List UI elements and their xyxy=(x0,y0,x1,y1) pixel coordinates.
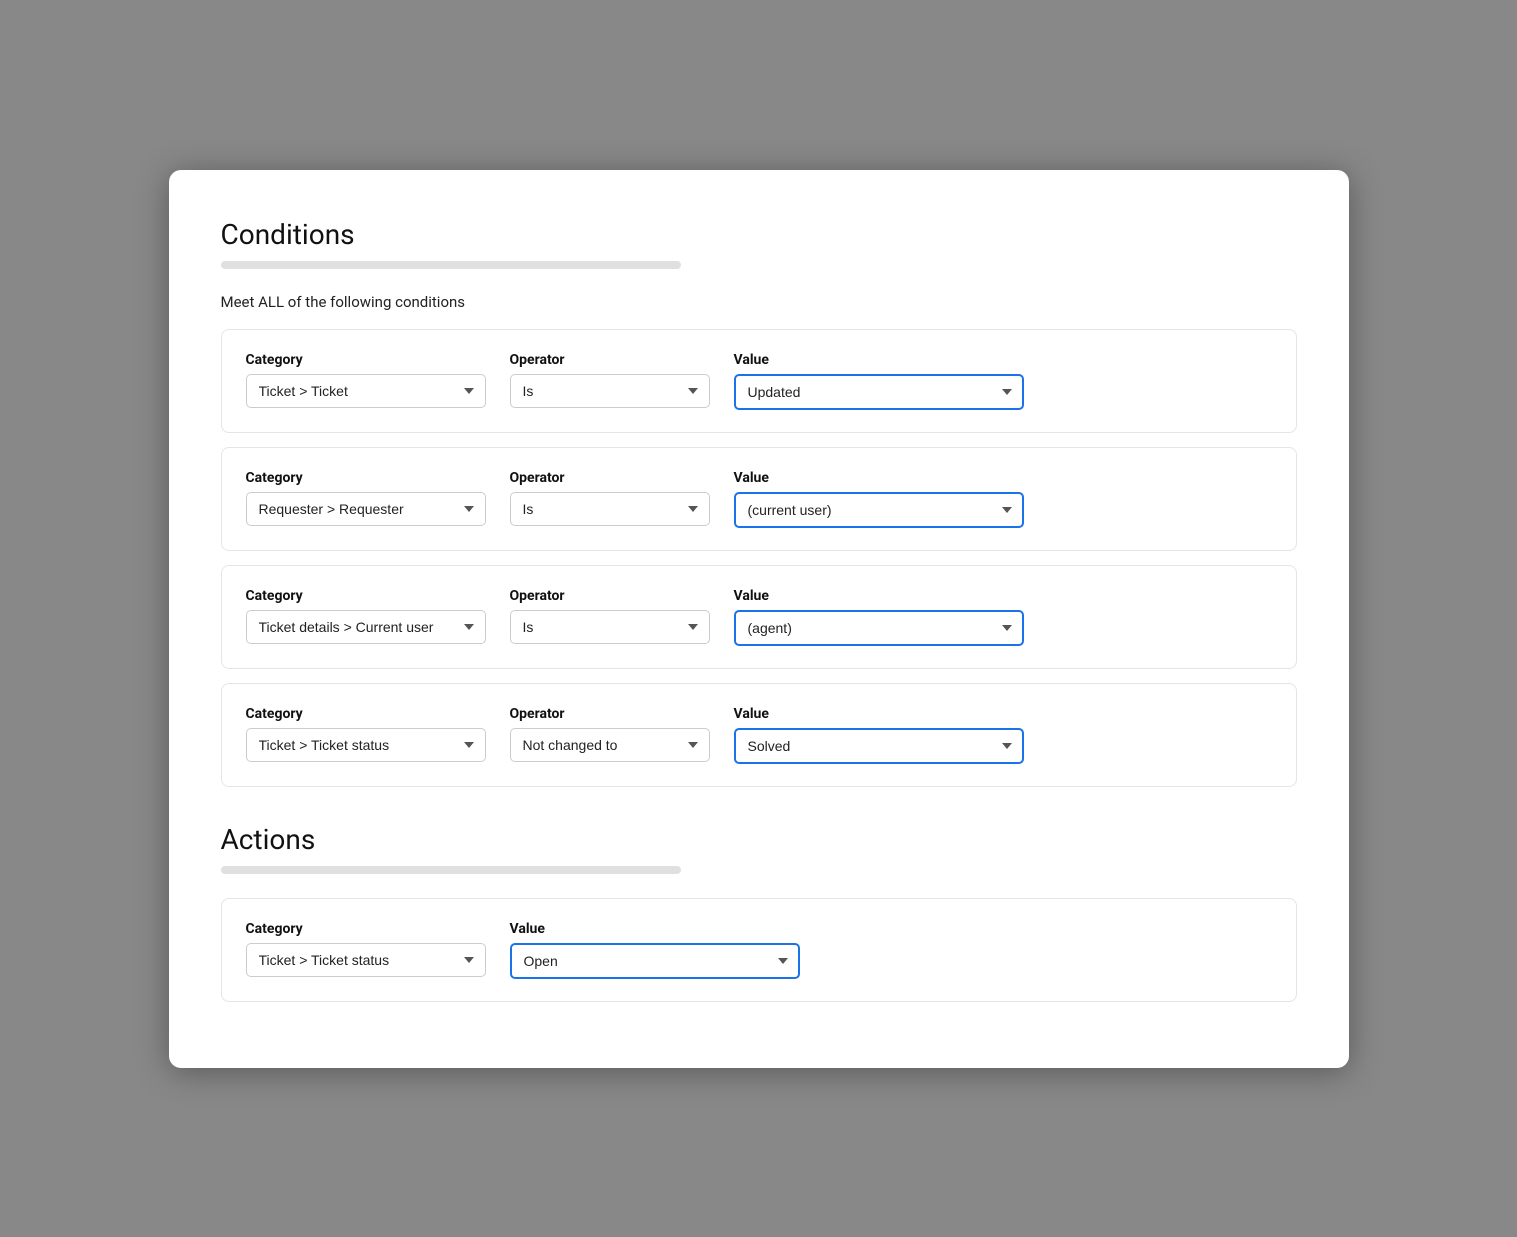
value-select-4[interactable]: Solved xyxy=(734,728,1024,764)
value-select-wrapper-3: (agent) xyxy=(734,610,1024,646)
field-group-value-2: Value (current user) xyxy=(734,470,1024,528)
category-select-wrapper-1: Ticket > Ticket xyxy=(246,374,486,408)
value-label-2: Value xyxy=(734,470,1024,486)
action-value-select-1[interactable]: Open xyxy=(510,943,800,979)
operator-select-1[interactable]: Is xyxy=(510,374,710,408)
condition-row-4: Category Ticket > Ticket status Operator… xyxy=(221,683,1297,787)
action-value-label-1: Value xyxy=(510,921,800,937)
operator-label-1: Operator xyxy=(510,352,710,368)
value-select-wrapper-1: Updated xyxy=(734,374,1024,410)
field-group-category-4: Category Ticket > Ticket status xyxy=(246,706,486,762)
main-window: Conditions Meet ALL of the following con… xyxy=(169,170,1349,1068)
field-group-operator-3: Operator Is xyxy=(510,588,710,644)
operator-label-4: Operator xyxy=(510,706,710,722)
operator-select-wrapper-3: Is xyxy=(510,610,710,644)
actions-divider xyxy=(221,866,681,874)
conditions-section: Conditions Meet ALL of the following con… xyxy=(221,218,1297,787)
category-label-4: Category xyxy=(246,706,486,722)
category-select-2[interactable]: Requester > Requester xyxy=(246,492,486,526)
condition-row-3: Category Ticket details > Current user O… xyxy=(221,565,1297,669)
operator-select-2[interactable]: Is xyxy=(510,492,710,526)
category-select-wrapper-3: Ticket details > Current user xyxy=(246,610,486,644)
operator-select-wrapper-4: Not changed to xyxy=(510,728,710,762)
condition-row-1: Category Ticket > Ticket Operator Is xyxy=(221,329,1297,433)
conditions-divider xyxy=(221,261,681,269)
operator-label-2: Operator xyxy=(510,470,710,486)
category-select-wrapper-4: Ticket > Ticket status xyxy=(246,728,486,762)
field-group-operator-1: Operator Is xyxy=(510,352,710,408)
value-select-wrapper-2: (current user) xyxy=(734,492,1024,528)
field-group-operator-2: Operator Is xyxy=(510,470,710,526)
conditions-subtitle: Meet ALL of the following conditions xyxy=(221,293,1297,311)
category-label-2: Category xyxy=(246,470,486,486)
condition-row-2: Category Requester > Requester Operator … xyxy=(221,447,1297,551)
field-group-value-1: Value Updated xyxy=(734,352,1024,410)
category-select-4[interactable]: Ticket > Ticket status xyxy=(246,728,486,762)
field-group-category-1: Category Ticket > Ticket xyxy=(246,352,486,408)
value-label-3: Value xyxy=(734,588,1024,604)
operator-select-4[interactable]: Not changed to xyxy=(510,728,710,762)
value-label-4: Value xyxy=(734,706,1024,722)
category-label-1: Category xyxy=(246,352,486,368)
action-value-select-wrapper-1: Open xyxy=(510,943,800,979)
operator-select-wrapper-2: Is xyxy=(510,492,710,526)
category-select-wrapper-2: Requester > Requester xyxy=(246,492,486,526)
field-group-value-3: Value (agent) xyxy=(734,588,1024,646)
actions-section: Actions Category Ticket > Ticket status … xyxy=(221,823,1297,1002)
actions-title: Actions xyxy=(221,823,1297,856)
category-select-3[interactable]: Ticket details > Current user xyxy=(246,610,486,644)
value-select-1[interactable]: Updated xyxy=(734,374,1024,410)
field-group-action-value-1: Value Open xyxy=(510,921,800,979)
operator-label-3: Operator xyxy=(510,588,710,604)
conditions-title: Conditions xyxy=(221,218,1297,251)
operator-select-3[interactable]: Is xyxy=(510,610,710,644)
field-group-category-3: Category Ticket details > Current user xyxy=(246,588,486,644)
action-category-select-wrapper-1: Ticket > Ticket status xyxy=(246,943,486,977)
value-select-2[interactable]: (current user) xyxy=(734,492,1024,528)
value-select-3[interactable]: (agent) xyxy=(734,610,1024,646)
category-select-1[interactable]: Ticket > Ticket xyxy=(246,374,486,408)
action-row-1: Category Ticket > Ticket status Value Op… xyxy=(221,898,1297,1002)
value-label-1: Value xyxy=(734,352,1024,368)
field-group-action-category-1: Category Ticket > Ticket status xyxy=(246,921,486,977)
field-group-category-2: Category Requester > Requester xyxy=(246,470,486,526)
value-select-wrapper-4: Solved xyxy=(734,728,1024,764)
field-group-value-4: Value Solved xyxy=(734,706,1024,764)
field-group-operator-4: Operator Not changed to xyxy=(510,706,710,762)
action-category-label-1: Category xyxy=(246,921,486,937)
operator-select-wrapper-1: Is xyxy=(510,374,710,408)
category-label-3: Category xyxy=(246,588,486,604)
action-category-select-1[interactable]: Ticket > Ticket status xyxy=(246,943,486,977)
